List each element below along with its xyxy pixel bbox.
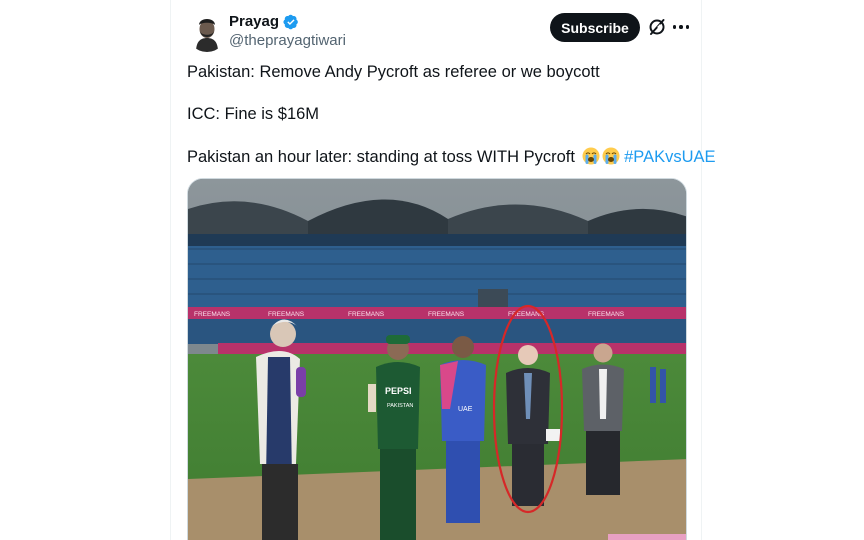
player-pakistan: PEPSI PAKISTAN bbox=[376, 335, 420, 540]
more-options-icon[interactable] bbox=[671, 17, 691, 37]
shirt-sponsor-text: PEPSI bbox=[385, 386, 412, 396]
loudly-crying-face-icon bbox=[582, 147, 600, 165]
tweet-text-line-3-body: Pakistan an hour later: standing at toss… bbox=[187, 148, 580, 166]
shirt-team-text: PAKISTAN bbox=[387, 403, 413, 409]
dot-icon bbox=[679, 25, 683, 29]
avatar[interactable] bbox=[187, 12, 227, 52]
subscribe-button[interactable]: Subscribe bbox=[550, 13, 640, 42]
verified-badge-icon bbox=[283, 14, 298, 29]
loudly-crying-face-icon bbox=[602, 147, 620, 165]
player-uae: UAE bbox=[440, 336, 486, 523]
tweet-card: Prayag @theprayagtiwari Subscribe Pakist… bbox=[170, 0, 716, 540]
dot-icon bbox=[685, 25, 690, 29]
ad-board-text: FREEMANS bbox=[588, 311, 625, 318]
tweet-text-line-2: ICC: Fine is $16M bbox=[187, 105, 320, 123]
author-name[interactable]: Prayag bbox=[229, 13, 279, 30]
author-name-row: Prayag bbox=[229, 13, 299, 30]
ad-board-text: FREEMANS bbox=[348, 311, 385, 318]
grok-icon[interactable] bbox=[647, 17, 667, 37]
ad-board-text: FREEMANS bbox=[268, 311, 305, 318]
tweet-text-line-1: Pakistan: Remove Andy Pycroft as referee… bbox=[187, 63, 600, 81]
shirt-team-text: UAE bbox=[458, 406, 473, 413]
author-handle[interactable]: @theprayagtiwari bbox=[229, 32, 346, 49]
tweet-text-line-3: Pakistan an hour later: standing at toss… bbox=[187, 147, 716, 167]
tweet-media-photo[interactable]: FREEMANS FREEMANS FREEMANS FREEMANS FREE… bbox=[187, 178, 687, 540]
cricket-stadium-photo: FREEMANS FREEMANS FREEMANS FREEMANS FREE… bbox=[188, 179, 686, 540]
ad-board-text: FREEMANS bbox=[194, 311, 231, 318]
hashtag-link[interactable]: #PAKvsUAE bbox=[624, 148, 715, 166]
avatar-image bbox=[187, 12, 227, 52]
dot-icon bbox=[672, 25, 677, 29]
ad-board-text: FREEMANS bbox=[428, 311, 465, 318]
